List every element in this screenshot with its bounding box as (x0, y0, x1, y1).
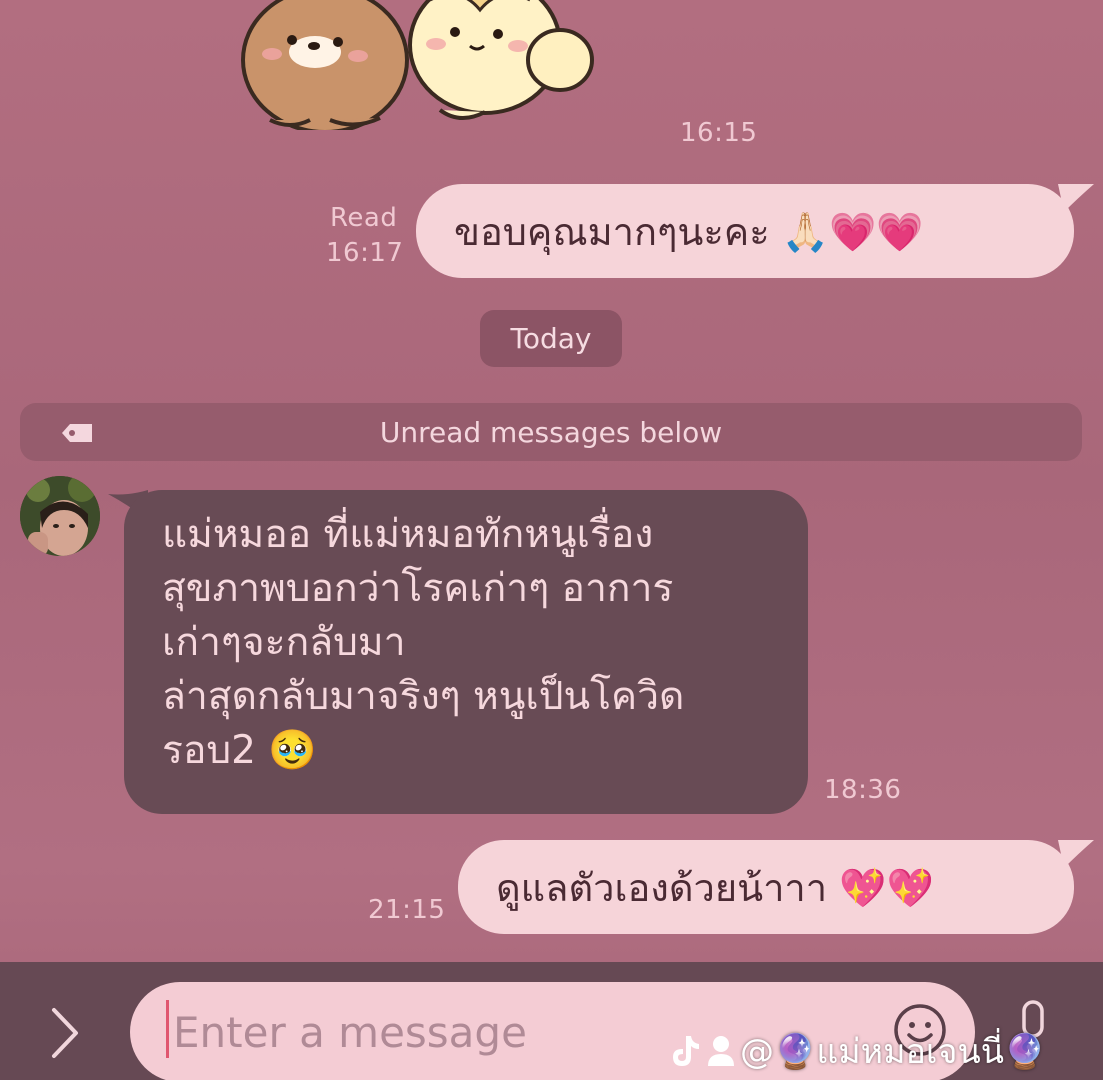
date-separator: Today (480, 310, 622, 367)
read-receipt: Read (330, 203, 398, 233)
message-line: แม่หมออ ที่แม่หมอทักหนูเรื่อง (162, 512, 654, 557)
user-icon (708, 1036, 734, 1066)
watermark: @🔮แม่หมอเจนนี่🔮 (668, 1024, 1046, 1078)
message-timestamp: 16:17 (326, 238, 404, 268)
unread-messages-divider: Unread messages below (20, 403, 1082, 461)
bubble-tail (1058, 840, 1094, 868)
chevron-right-icon[interactable] (48, 1006, 82, 1060)
sticker-timestamp: 16:15 (680, 118, 758, 148)
outgoing-message-bubble[interactable]: ดูแลตัวเองด้วยน้าาา 💖💖 (458, 840, 1074, 934)
watermark-handle: @🔮แม่หมอเจนนี่🔮 (740, 1032, 1047, 1072)
message-timestamp: 21:15 (368, 895, 446, 925)
message-line: สุขภาพบอกว่าโรคเก่าๆ อาการ (162, 566, 674, 611)
message-input-placeholder: Enter a message (173, 1008, 527, 1057)
message-text: ดูแลตัวเองด้วยน้าาา 💖💖 (496, 865, 934, 910)
tag-icon (62, 424, 92, 442)
message-text: ขอบคุณมากๆนะคะ 🙏🏻💗💗 (454, 209, 924, 254)
bear-dog-sticker (241, 0, 594, 130)
tiktok-icon (673, 1036, 699, 1066)
bubble-tail (1058, 184, 1094, 212)
message-line: ล่าสุดกลับมาจริงๆ หนูเป็นโควิด (162, 674, 685, 719)
unread-label: Unread messages below (379, 415, 723, 449)
message-timestamp: 18:36 (824, 775, 902, 805)
avatar[interactable] (20, 476, 100, 556)
outgoing-message-bubble[interactable]: ขอบคุณมากๆนะคะ 🙏🏻💗💗 (416, 184, 1074, 278)
message-line: รอบ2 🥹 (162, 728, 317, 773)
incoming-message-bubble[interactable]: แม่หมออ ที่แม่หมอทักหนูเรื่อง สุขภาพบอกว… (124, 490, 808, 814)
text-caret (166, 1000, 169, 1058)
profile-photo (20, 476, 100, 556)
message-line: เก่าๆจะกลับมา (162, 620, 406, 665)
